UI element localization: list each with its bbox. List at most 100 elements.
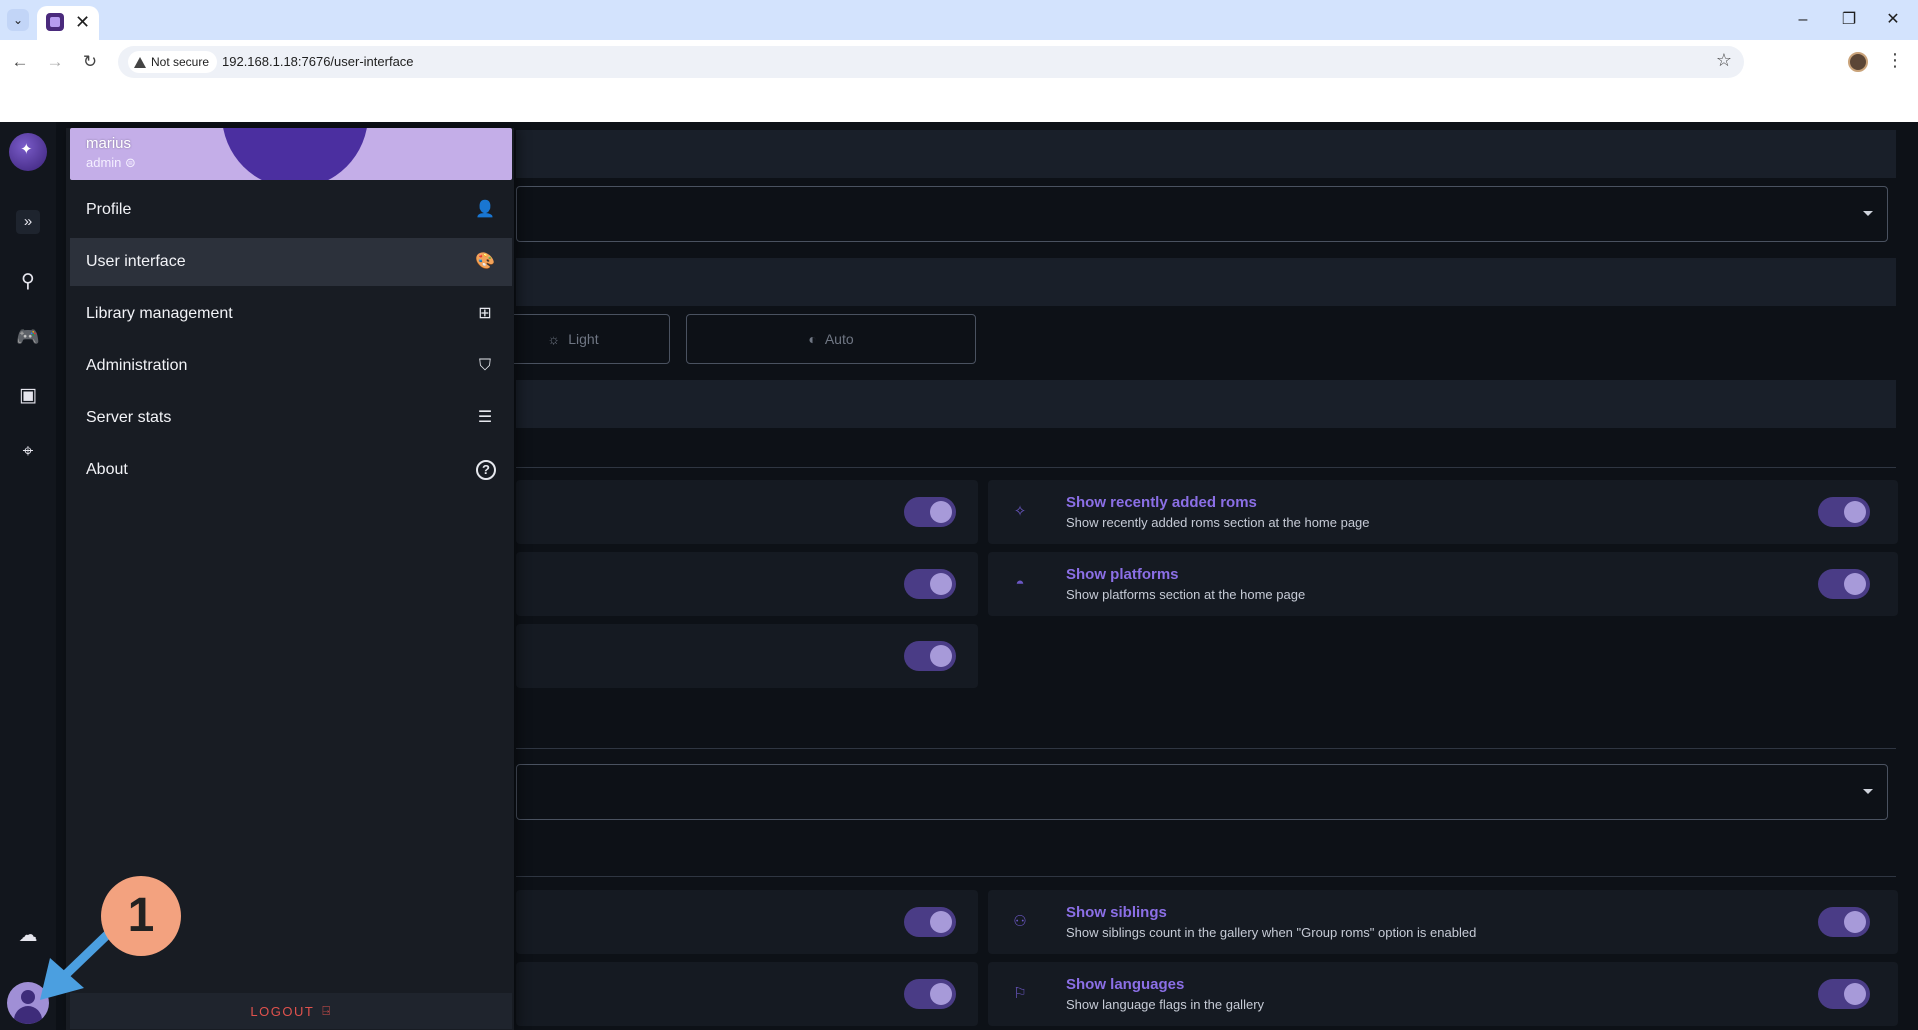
close-window-button[interactable]: ✕ [1878, 8, 1908, 32]
caret-down-icon [1863, 211, 1873, 216]
address-bar[interactable]: Not secure 192.168.1.18:7676/user-interf… [118, 46, 1744, 78]
toggle-card [516, 962, 978, 1026]
theme-auto-button[interactable]: ◐ Auto [686, 314, 976, 364]
show-platforms-card: ◓ Show platforms Show platforms section … [988, 552, 1898, 616]
forward-button[interactable]: → [43, 50, 67, 74]
section-header-band [516, 258, 1896, 306]
site-info-chip[interactable]: Not secure [128, 51, 218, 73]
reload-button[interactable]: ↻ [78, 50, 102, 74]
close-tab-icon[interactable]: ✕ [75, 11, 90, 33]
header-decoration [222, 128, 368, 180]
menu-item-label: Profile [86, 201, 132, 218]
menu-item-label: About [86, 461, 128, 478]
user-role: admin ⊜ [86, 155, 136, 170]
upload-cloud-icon[interactable]: ☁ [16, 924, 40, 948]
menu-item-server-stats[interactable]: Server stats ☰ [70, 394, 512, 442]
show-platforms-switch[interactable] [1818, 569, 1870, 599]
restore-button[interactable]: ❐ [1834, 8, 1864, 32]
collections-icon[interactable]: ▣ [16, 384, 40, 408]
menu-item-label: Administration [86, 357, 188, 374]
card-description: Show recently added roms section at the … [1066, 515, 1370, 530]
divider [516, 876, 1896, 877]
card-title: Show platforms [1066, 566, 1179, 583]
shield-icon: ⛉ [478, 357, 491, 374]
minimize-button[interactable]: – [1788, 8, 1818, 32]
menu-item-label: User interface [86, 253, 186, 270]
section-header-band [516, 130, 1896, 178]
show-recent-roms-card: ✧ Show recently added roms Show recently… [988, 480, 1898, 544]
card-title: Show recently added roms [1066, 494, 1257, 511]
theme-auto-label: Auto [824, 331, 854, 347]
navigation-rail: » ⚲ 🎮 ▣ ⌖ ☁ [0, 122, 56, 1030]
menu-item-profile[interactable]: Profile 👤 [70, 186, 512, 234]
browser-tab[interactable]: ✕ [37, 6, 99, 40]
logout-icon: ⍈ [322, 1003, 332, 1018]
show-siblings-switch[interactable] [1818, 907, 1870, 937]
avatar-head [21, 990, 35, 1004]
menu-item-label: Server stats [86, 409, 172, 426]
security-label: Not secure [151, 55, 210, 69]
library-settings-icon: ⊞ [478, 305, 492, 322]
avatar-body [14, 1006, 42, 1024]
language-select[interactable] [516, 186, 1888, 242]
logout-label: LOGOUT [250, 1003, 315, 1019]
platforms-gamepad-icon[interactable]: 🎮 [16, 326, 40, 350]
menu-item-administration[interactable]: Administration ⛉ [70, 342, 512, 390]
romm-favicon-icon [46, 13, 64, 31]
show-languages-switch[interactable] [1818, 979, 1870, 1009]
romm-logo-icon[interactable] [9, 133, 47, 171]
server-icon: ☰ [477, 409, 493, 426]
toggle-switch[interactable] [904, 497, 956, 527]
section-header-band [516, 380, 1896, 428]
menu-item-library-management[interactable]: Library management ⊞ [70, 290, 512, 338]
menu-item-about[interactable]: About ? [70, 446, 512, 494]
toggle-card [516, 890, 978, 954]
menu-item-user-interface[interactable]: User interface 🎨 [70, 238, 512, 286]
help-circle-icon: ? [476, 460, 496, 480]
card-title: Show siblings [1066, 904, 1167, 921]
theme-light-label: Light [568, 331, 599, 347]
browser-tab-strip: ⌄ ✕ – ❐ ✕ [0, 0, 1918, 40]
sun-icon: ☼ [547, 331, 561, 347]
gallery-select[interactable] [516, 764, 1888, 820]
bookmark-star-icon[interactable]: ☆ [1716, 50, 1732, 71]
card-title: Show languages [1066, 976, 1185, 993]
tab-search-button[interactable]: ⌄ [7, 9, 29, 31]
search-icon[interactable]: ⚲ [16, 270, 40, 294]
username: marius [86, 135, 132, 152]
user-avatar-button[interactable] [7, 982, 49, 1024]
people-icon: ⚇ [1013, 913, 1027, 930]
warning-icon [134, 56, 146, 68]
step-number-badge: 1 [101, 876, 181, 956]
browser-toolbar: ← → ↻ Not secure 192.168.1.18:7676/user-… [0, 40, 1918, 122]
card-description: Show platforms section at the home page [1066, 587, 1306, 602]
scan-icon[interactable]: ⌖ [16, 440, 40, 464]
url-text[interactable]: 192.168.1.18:7676/user-interface [222, 46, 414, 78]
toggle-switch[interactable] [904, 979, 956, 1009]
toggle-switch[interactable] [904, 641, 956, 671]
toggle-switch[interactable] [904, 907, 956, 937]
gamepad-icon: ◓ [1015, 575, 1025, 592]
expand-rail-icon[interactable]: » [16, 210, 40, 234]
card-description: Show siblings count in the gallery when … [1066, 925, 1477, 940]
caret-down-icon [1863, 789, 1873, 794]
divider [516, 467, 1896, 468]
toggle-card [516, 552, 978, 616]
browser-menu-icon[interactable]: ⋮ [1886, 50, 1904, 71]
show-languages-card: ⚐ Show languages Show language flags in … [988, 962, 1898, 1026]
toggle-card [516, 624, 978, 688]
chevron-down-icon: ⌄ [12, 13, 24, 27]
flag-icon: ⚐ [1013, 985, 1027, 1002]
user-menu-header: marius admin ⊜ [70, 128, 512, 180]
app-viewport: » ⚲ 🎮 ▣ ⌖ ☁ ☼ Light ◐ Auto ✧ S [0, 122, 1918, 1030]
show-siblings-card: ⚇ Show siblings Show siblings count in t… [988, 890, 1898, 954]
palette-icon: 🎨 [475, 253, 495, 270]
auto-brightness-icon: ◐ [808, 331, 817, 347]
logout-button[interactable]: LOGOUT ⍈ [70, 993, 512, 1029]
back-button[interactable]: ← [8, 50, 32, 74]
show-recent-roms-switch[interactable] [1818, 497, 1870, 527]
toggle-switch[interactable] [904, 569, 956, 599]
browser-profile-avatar[interactable] [1848, 52, 1868, 72]
divider [516, 748, 1896, 749]
toggle-card [516, 480, 978, 544]
